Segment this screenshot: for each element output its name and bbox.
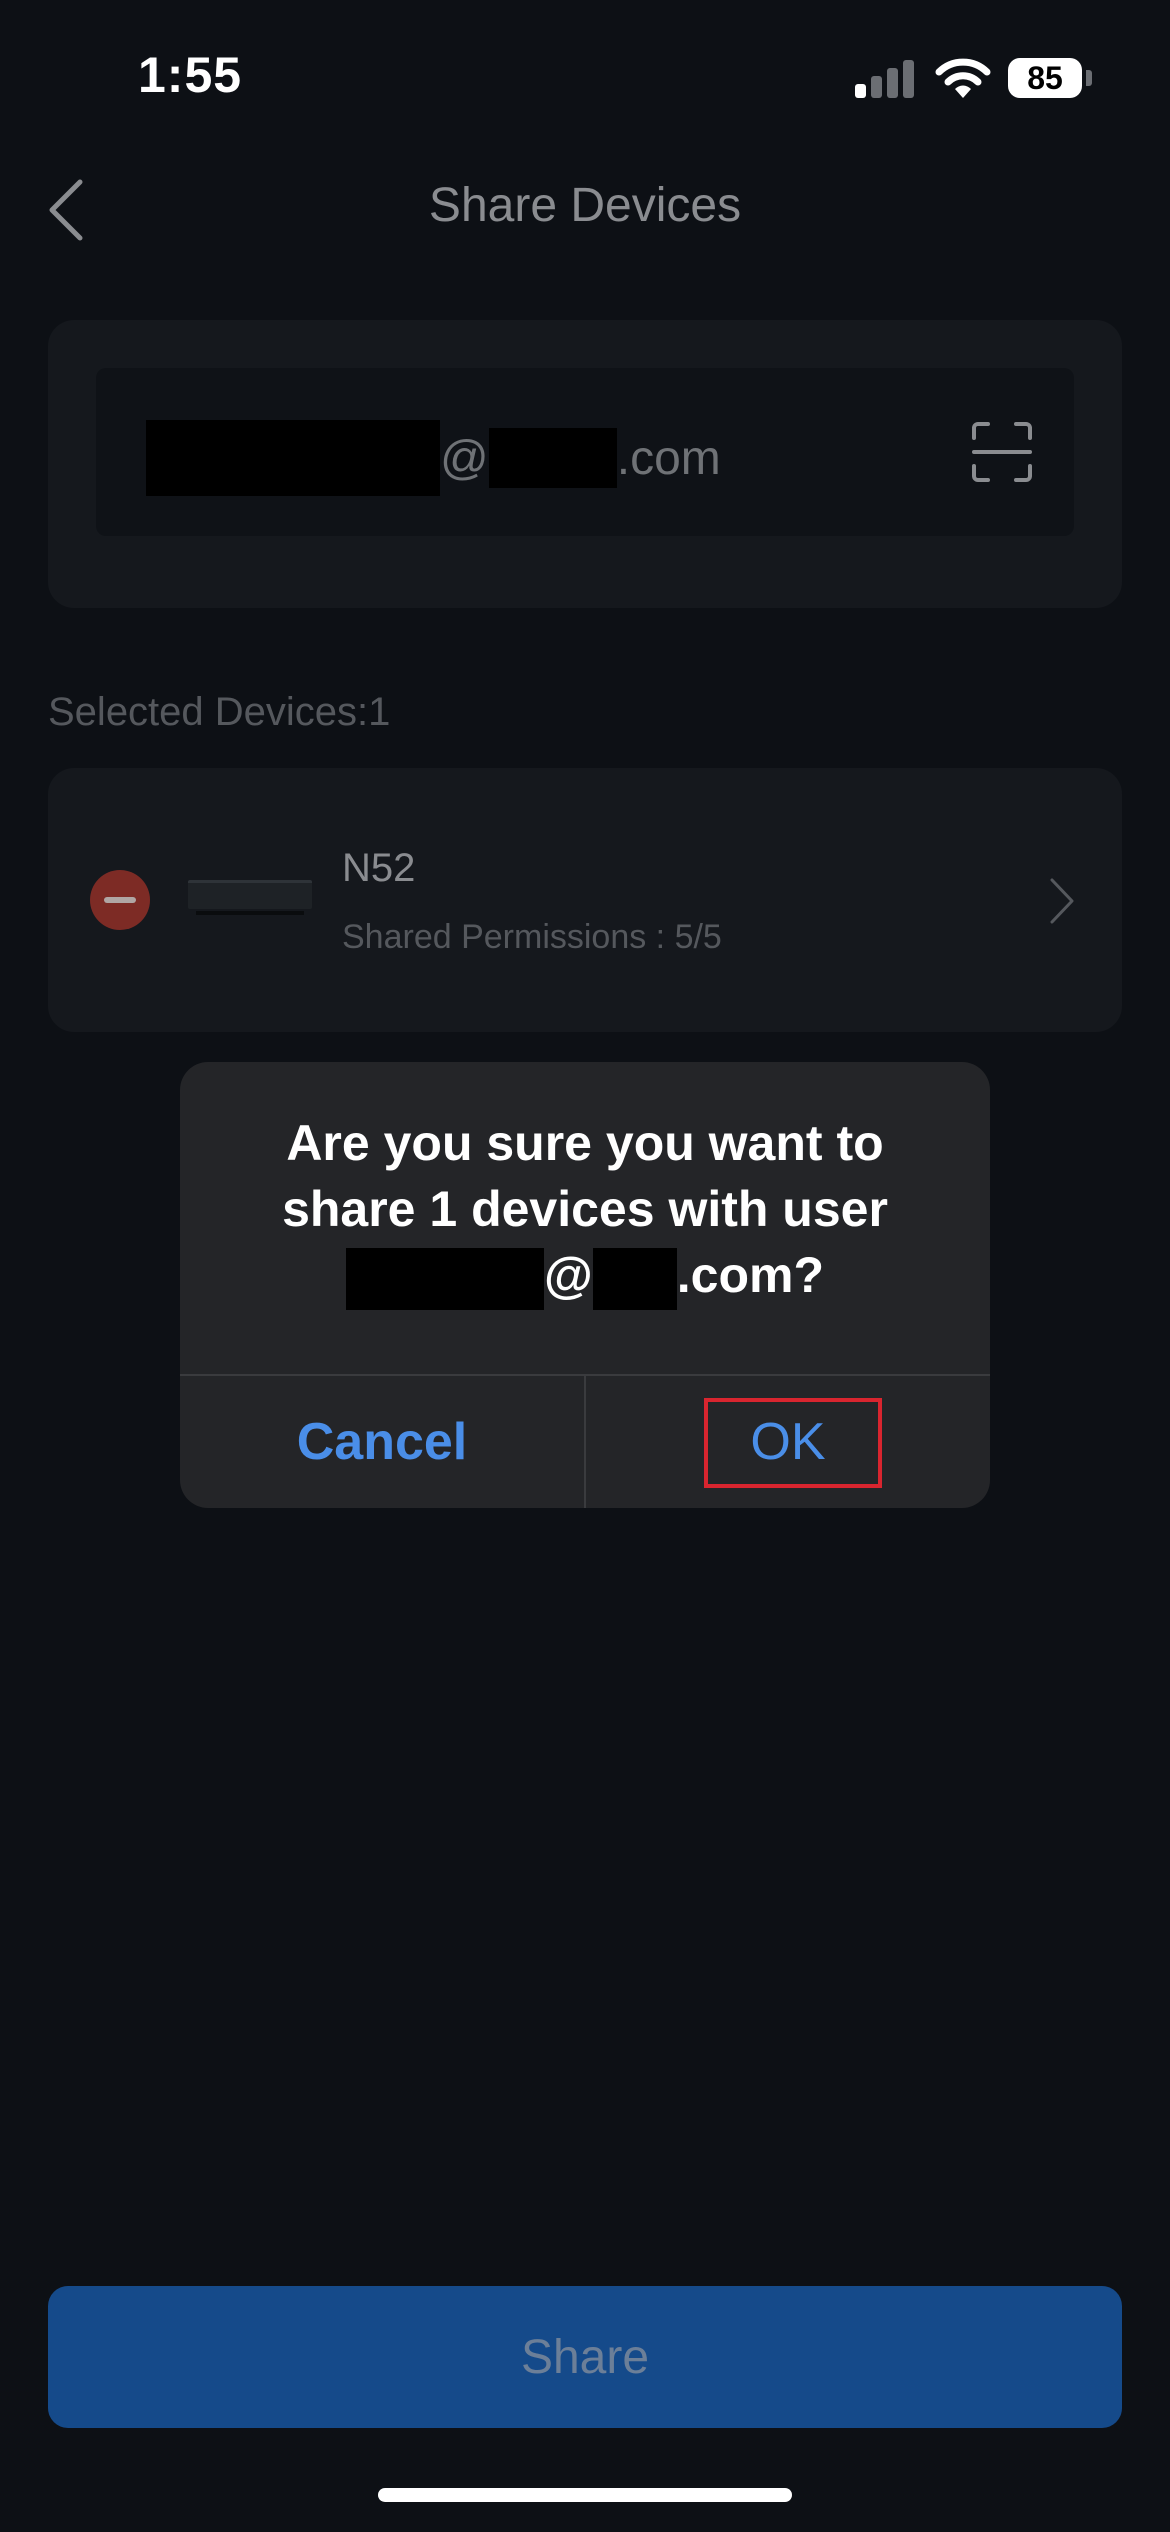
email-suffix: .com: [616, 431, 721, 485]
selected-devices-label: Selected Devices:1: [48, 690, 391, 734]
scan-icon[interactable]: [970, 420, 1034, 484]
home-indicator[interactable]: [378, 2488, 792, 2502]
redacted-username: [345, 1247, 544, 1310]
cancel-button[interactable]: Cancel: [180, 1376, 584, 1508]
battery-level: 85: [1008, 58, 1082, 98]
device-name: N52: [342, 846, 416, 890]
email-value: @ .com: [146, 420, 721, 496]
status-time: 1:55: [138, 47, 243, 103]
dialog-line-2: share 1 devices with user: [282, 1181, 888, 1237]
redacted-username: [146, 420, 440, 496]
share-button[interactable]: Share: [48, 2286, 1122, 2428]
dialog-message: Are you sure you want to share 1 devices…: [180, 1110, 990, 1310]
email-at: @: [440, 431, 489, 485]
battery-icon: 85: [1008, 58, 1092, 98]
dialog-at: @: [543, 1247, 593, 1303]
page-title: Share Devices: [428, 179, 742, 232]
device-permissions: Shared Permissions : 5/5: [342, 918, 722, 956]
dialog-suffix: .com?: [676, 1247, 824, 1303]
device-thumbnail: [188, 880, 312, 915]
dialog-line-3: @ .com?: [180, 1242, 990, 1310]
chevron-right-icon[interactable]: [1046, 876, 1076, 926]
remove-icon[interactable]: [90, 870, 150, 930]
ok-highlight-box: [704, 1398, 882, 1488]
share-devices-screen: 1:55 85 Share Devices @ .com Selected De…: [0, 0, 1170, 2532]
redacted-domain: [592, 1247, 677, 1310]
dialog-line-1: Are you sure you want to: [286, 1115, 884, 1171]
signal-icon: [855, 58, 915, 98]
redacted-domain: [488, 428, 617, 488]
wifi-icon: [935, 58, 991, 98]
